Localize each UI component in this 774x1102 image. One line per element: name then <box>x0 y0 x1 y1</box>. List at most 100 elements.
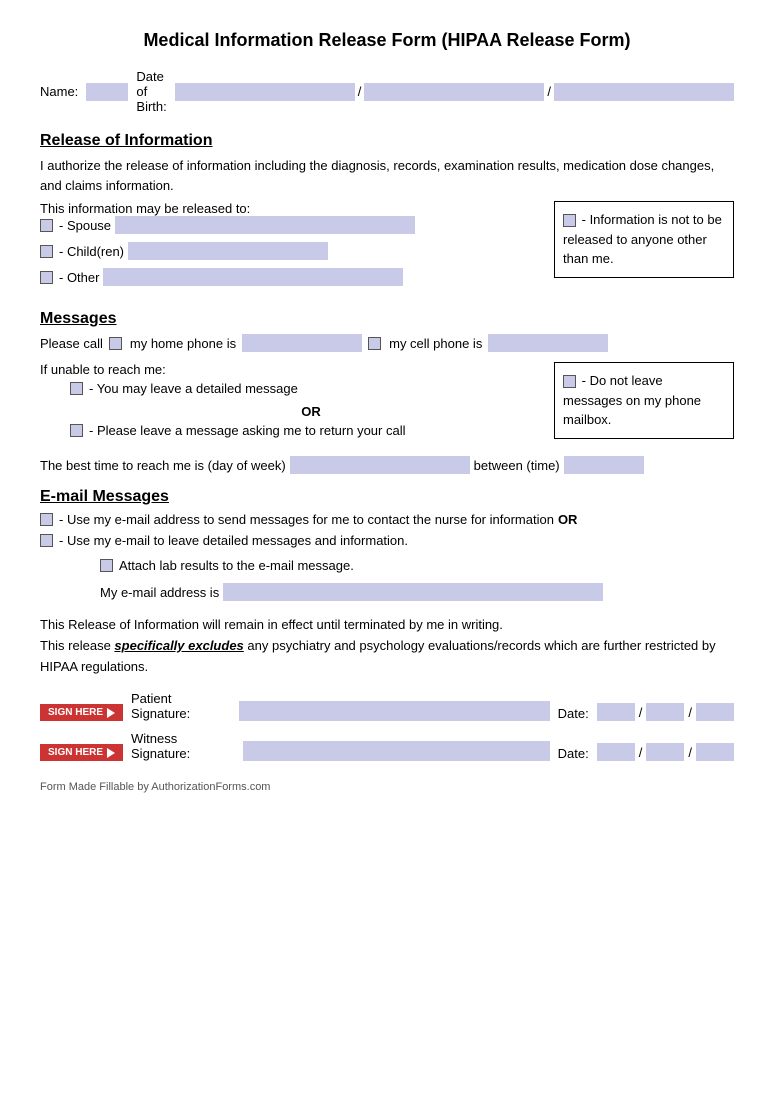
unable-left: If unable to reach me: - You may leave a… <box>40 362 542 446</box>
footer-line2-pre: This release <box>40 638 114 653</box>
best-time-text2: between (time) <box>474 458 560 473</box>
please-leave-checkbox[interactable] <box>70 424 83 437</box>
messages-title: Messages <box>40 310 734 328</box>
best-time-row: The best time to reach me is (day of wee… <box>40 456 734 474</box>
best-time-text1: The best time to reach me is (day of wee… <box>40 458 286 473</box>
attach-label: Attach lab results to the e-mail message… <box>119 558 354 573</box>
patient-sign-arrow <box>107 708 115 718</box>
dob-group: / / <box>175 83 734 101</box>
patient-date-year[interactable] <box>696 703 734 721</box>
do-not-leave-checkbox[interactable] <box>563 375 576 388</box>
release-left: This information may be released to: - S… <box>40 201 542 294</box>
dob-month-field[interactable] <box>175 83 355 101</box>
may-release-text: This information may be released to: <box>40 201 542 216</box>
witness-sign-button[interactable]: SIGN HERE <box>40 744 123 761</box>
home-phone-checkbox[interactable] <box>109 337 122 350</box>
spouse-label: - Spouse <box>59 218 111 233</box>
please-leave-text: - Please leave a message asking me to re… <box>89 423 406 438</box>
may-leave-text: - You may leave a detailed message <box>89 381 298 396</box>
other-checkbox[interactable] <box>40 271 53 284</box>
patient-sig-block: SIGN HERE Patient Signature: Date: / / <box>40 691 734 721</box>
no-release-checkbox[interactable] <box>563 214 576 227</box>
patient-sign-button[interactable]: SIGN HERE <box>40 704 123 721</box>
cell-phone-field[interactable] <box>488 334 608 352</box>
release-title: Release of Information <box>40 132 734 150</box>
no-release-text: - Information is not to be released to a… <box>563 212 722 266</box>
call-text1: Please call <box>40 336 103 351</box>
email-title: E-mail Messages <box>40 488 734 506</box>
may-leave-checkbox[interactable] <box>70 382 83 395</box>
witness-date-sep2: / <box>688 745 692 760</box>
attach-row: Attach lab results to the e-mail message… <box>100 558 734 573</box>
or-text: OR <box>80 404 542 419</box>
home-phone-field[interactable] <box>242 334 362 352</box>
email-line2: - Use my e-mail to leave detailed messag… <box>40 533 734 548</box>
witness-date-year[interactable] <box>696 743 734 761</box>
other-field[interactable] <box>103 268 403 286</box>
name-label: Name: <box>40 84 78 99</box>
footer-specifically: specifically excludes <box>114 638 243 653</box>
dob-sep2: / <box>547 84 551 99</box>
witness-sig-field[interactable] <box>243 741 549 761</box>
witness-sig-block: SIGN HERE Witness Signature: Date: / / <box>40 731 734 761</box>
dob-label: Date of Birth: <box>136 69 166 114</box>
call-text3: my cell phone is <box>389 336 482 351</box>
email-detailed-checkbox[interactable] <box>40 534 53 547</box>
best-time-field[interactable] <box>290 456 470 474</box>
messages-section: Messages Please call my home phone is my… <box>40 310 734 474</box>
do-not-leave-text: - Do not leave messages on my phone mail… <box>563 373 701 427</box>
footer-line1: This Release of Information will remain … <box>40 615 734 636</box>
spouse-checkbox[interactable] <box>40 219 53 232</box>
email-line1-or: OR <box>558 512 578 527</box>
witness-sig-label: Witness Signature: <box>131 731 235 761</box>
patient-date-month[interactable] <box>597 703 635 721</box>
call-text2: my home phone is <box>130 336 236 351</box>
attach-checkbox[interactable] <box>100 559 113 572</box>
patient-date-label: Date: <box>558 706 589 721</box>
release-right-box: - Information is not to be released to a… <box>554 201 734 278</box>
release-section: Release of Information I authorize the r… <box>40 132 734 294</box>
email-use-checkbox[interactable] <box>40 513 53 526</box>
email-section: E-mail Messages - Use my e-mail address … <box>40 488 734 601</box>
children-field[interactable] <box>128 242 328 260</box>
patient-date-sep2: / <box>688 705 692 720</box>
patient-sig-label: Patient Signature: <box>131 691 231 721</box>
witness-date-label: Date: <box>558 746 589 761</box>
witness-sig-row: SIGN HERE Witness Signature: Date: / / <box>40 731 734 761</box>
children-label: - Child(ren) <box>59 244 124 259</box>
other-row: - Other <box>40 268 542 286</box>
patient-date-day[interactable] <box>646 703 684 721</box>
witness-sign-label-area: SIGN HERE <box>40 744 123 761</box>
witness-date-month[interactable] <box>597 743 635 761</box>
credit-text: Form Made Fillable by AuthorizationForms… <box>40 781 734 793</box>
page-title: Medical Information Release Form (HIPAA … <box>40 30 734 51</box>
spouse-field[interactable] <box>115 216 415 234</box>
patient-sign-btn-label: SIGN HERE <box>48 707 103 718</box>
footer-line2: This release specifically excludes any p… <box>40 636 734 678</box>
spouse-row: - Spouse <box>40 216 542 234</box>
unable-label: If unable to reach me: <box>40 362 542 377</box>
between-time-field[interactable] <box>564 456 644 474</box>
witness-sign-arrow <box>107 748 115 758</box>
witness-date-sep1: / <box>639 745 643 760</box>
dob-year-field[interactable] <box>554 83 734 101</box>
witness-date-group: / / <box>597 743 734 761</box>
other-label: - Other <box>59 270 99 285</box>
name-field[interactable] <box>86 83 128 101</box>
patient-sig-row: SIGN HERE Patient Signature: Date: / / <box>40 691 734 721</box>
email-addr-field[interactable] <box>223 583 603 601</box>
patient-date-group: / / <box>597 703 734 721</box>
name-dob-row: Name: Date of Birth: / / <box>40 69 734 114</box>
cell-phone-checkbox[interactable] <box>368 337 381 350</box>
email-line1-text: - Use my e-mail address to send messages… <box>59 512 554 527</box>
may-leave-row: - You may leave a detailed message <box>70 381 542 396</box>
dob-sep1: / <box>358 84 362 99</box>
children-checkbox[interactable] <box>40 245 53 258</box>
please-leave-row: - Please leave a message asking me to re… <box>70 423 542 438</box>
dob-day-field[interactable] <box>364 83 544 101</box>
auth-text: I authorize the release of information i… <box>40 156 734 195</box>
children-row: - Child(ren) <box>40 242 542 260</box>
witness-date-day[interactable] <box>646 743 684 761</box>
witness-sign-btn-label: SIGN HERE <box>48 747 103 758</box>
patient-sig-field[interactable] <box>239 701 549 721</box>
